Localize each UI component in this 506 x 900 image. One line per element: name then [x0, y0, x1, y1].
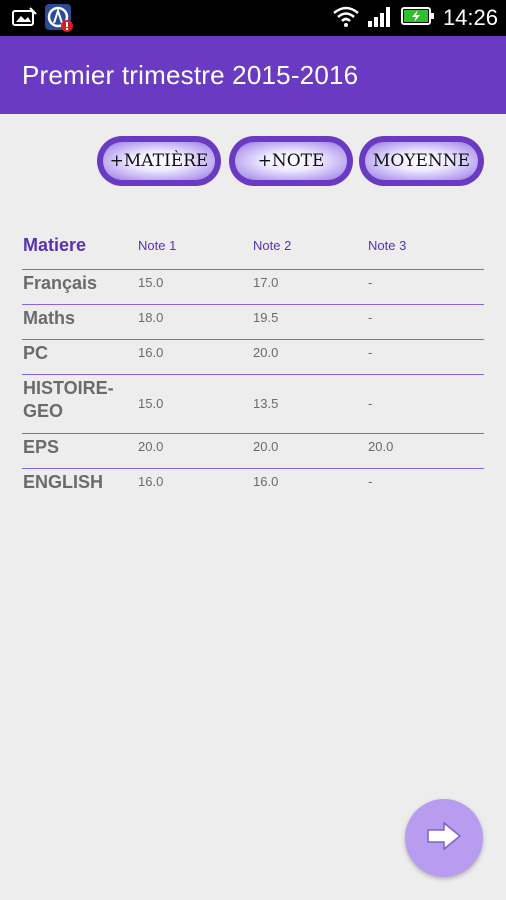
subject-name: ENGLISH — [23, 472, 104, 492]
table-row[interactable]: PC 16.0 20.0 - — [22, 340, 484, 375]
subject-name: Maths — [23, 308, 76, 328]
signal-icon — [367, 5, 393, 32]
grade-cell: 20.0 — [253, 439, 279, 454]
arrow-right-icon — [426, 820, 462, 856]
battery-charging-icon — [400, 5, 435, 32]
header-note-2: Note 2 — [253, 238, 292, 253]
add-grade-button[interactable]: +NOTE — [229, 136, 353, 186]
header-subject: Matiere — [23, 235, 87, 255]
subject-name: EPS — [23, 437, 60, 457]
grade-cell: 20.0 — [253, 345, 279, 360]
grade-cell: - — [368, 345, 373, 360]
grade-cell: 18.0 — [138, 310, 164, 325]
grade-cell: - — [368, 474, 373, 489]
table-row[interactable]: ENGLISH 16.0 16.0 - — [22, 469, 484, 504]
table-row[interactable]: HISTOIRE-GEO 15.0 13.5 - — [22, 375, 484, 434]
grade-cell: 15.0 — [138, 275, 164, 290]
table-row[interactable]: Français 15.0 17.0 - — [22, 270, 484, 305]
grade-cell: - — [368, 275, 373, 290]
grade-cell: 19.5 — [253, 310, 279, 325]
page-title: Premier trimestre 2015-2016 — [22, 60, 359, 90]
grade-cell: 16.0 — [138, 345, 164, 360]
grade-cell: 15.0 — [138, 396, 164, 411]
subject-name: PC — [23, 343, 49, 363]
add-subject-button[interactable]: +MATIÈRE — [97, 136, 221, 186]
app-alert-icon — [44, 3, 74, 33]
average-button[interactable]: MOYENNE — [359, 136, 484, 186]
clock: 14:26 — [442, 5, 498, 30]
grade-cell: 20.0 — [138, 439, 164, 454]
header-note-1: Note 1 — [138, 238, 177, 253]
table-row[interactable]: Maths 18.0 19.5 - — [22, 305, 484, 340]
grade-cell: 16.0 — [138, 474, 164, 489]
wifi-icon — [333, 5, 359, 32]
average-label: MOYENNE — [365, 142, 478, 180]
grades-table: Matiere Note 1 Note 2 Note 3 Français 15… — [22, 226, 484, 504]
app-bar: Premier trimestre 2015-2016 — [0, 36, 506, 114]
add-subject-label: +MATIÈRE — [103, 142, 215, 180]
grade-cell: 13.5 — [253, 396, 279, 411]
grade-cell: - — [368, 396, 373, 411]
table-row[interactable]: EPS 20.0 20.0 20.0 — [22, 434, 484, 469]
grade-cell: 17.0 — [253, 275, 279, 290]
photo-notification-icon — [10, 6, 38, 30]
subject-name: HISTOIRE-GEO — [23, 378, 114, 421]
subject-name: Français — [23, 273, 98, 293]
header-note-3: Note 3 — [368, 238, 407, 253]
status-bar: 14:26 — [0, 0, 506, 36]
grade-cell: 16.0 — [253, 474, 279, 489]
grade-cell: 20.0 — [368, 439, 394, 454]
table-header: Matiere Note 1 Note 2 Note 3 — [22, 226, 484, 270]
add-grade-label: +NOTE — [235, 142, 347, 180]
next-button[interactable] — [405, 799, 483, 877]
grade-cell: - — [368, 310, 373, 325]
